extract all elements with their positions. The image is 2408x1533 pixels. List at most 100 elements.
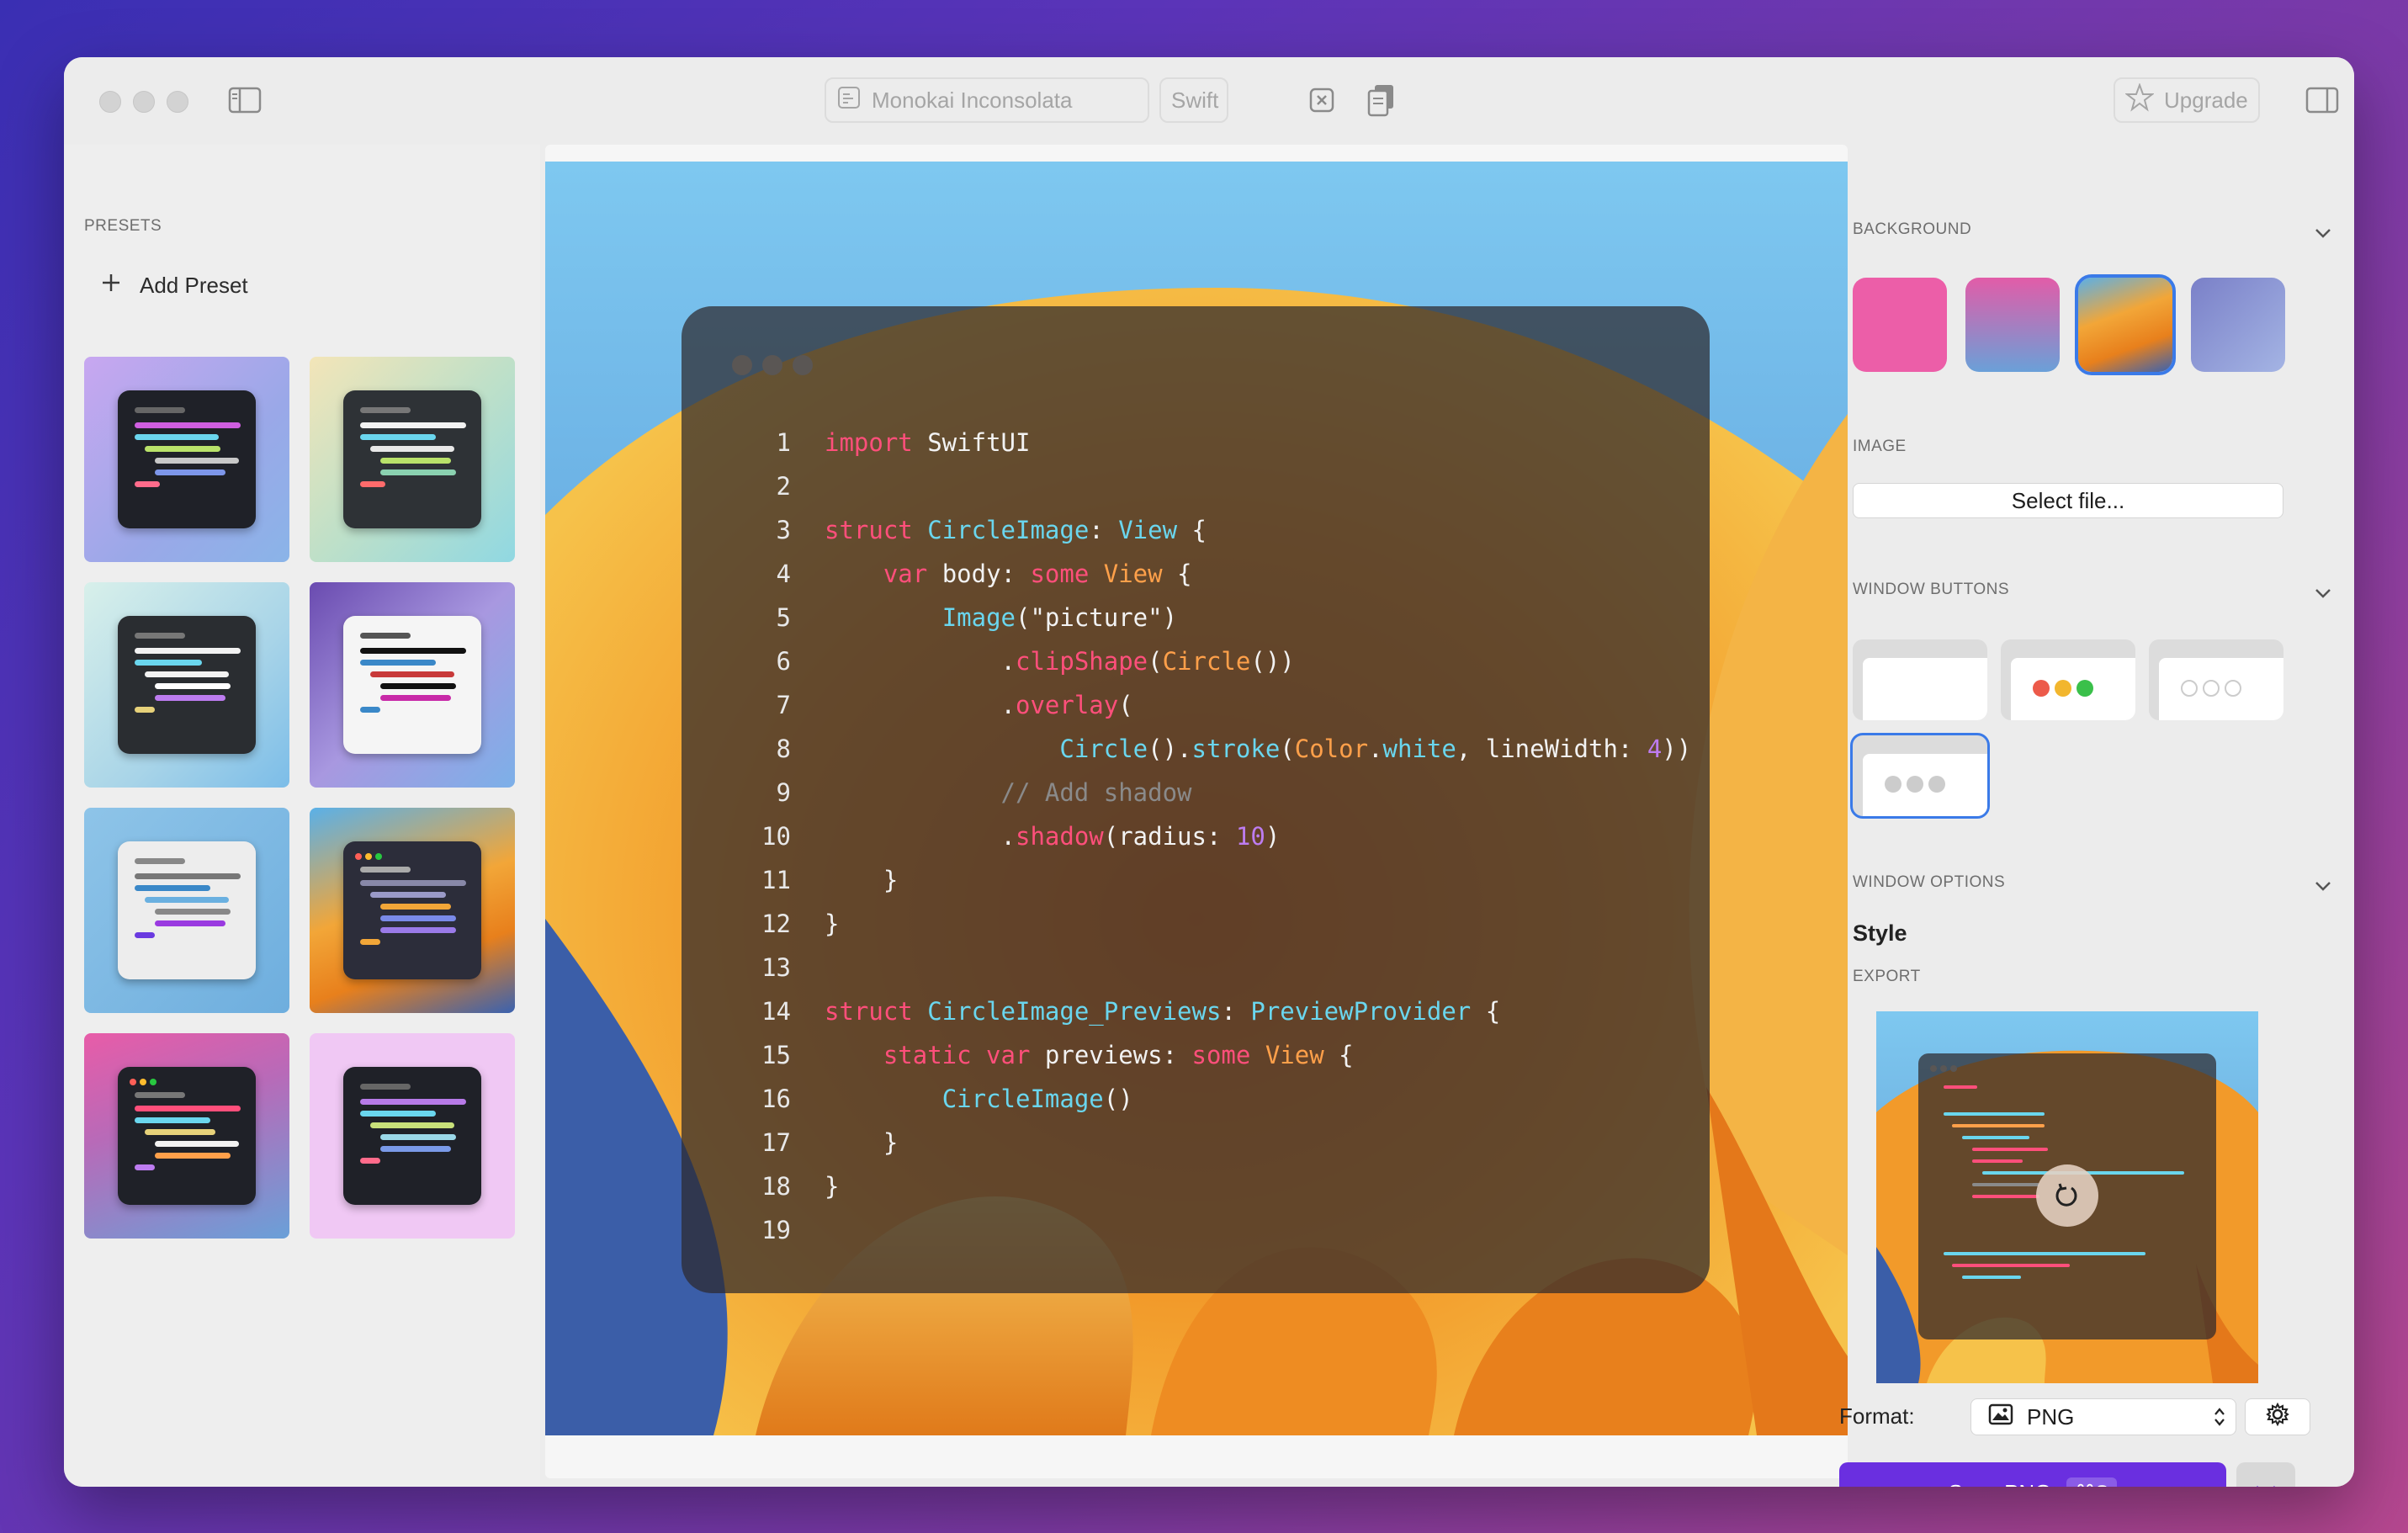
export-section-label: EXPORT: [1853, 968, 1921, 985]
line-number: 19: [761, 1216, 791, 1244]
line-number: 4: [776, 560, 791, 588]
code-token: CircleImage_Previews: [927, 997, 1222, 1026]
clear-icon[interactable]: [1307, 86, 1336, 114]
window-buttons-outline-option[interactable]: [2149, 639, 2283, 720]
code-line: 1 import SwiftUI: [715, 421, 1691, 464]
theme-label: Monokai Inconsolata: [872, 87, 1073, 113]
background-swatch-ventura[interactable]: [2075, 274, 2176, 375]
preset-thumbnail[interactable]: [84, 582, 289, 788]
code-line: 4 var body: some View {: [715, 552, 1691, 596]
inspector-panel: BACKGROUND IMAGE Select file... WINDOW B…: [1839, 145, 2354, 1487]
code-token: }: [825, 866, 899, 894]
code-token: View: [1103, 560, 1163, 588]
code-token: struct: [825, 997, 913, 1026]
code-token: Color: [1294, 735, 1369, 763]
preset-thumbnail[interactable]: [310, 1033, 515, 1239]
plus-icon: [101, 273, 121, 299]
background-swatch-pink[interactable]: [1853, 278, 1947, 372]
chevron-down-icon[interactable]: [2314, 877, 2332, 895]
code-token: CircleImage: [941, 1085, 1104, 1113]
code-token: ("picture"): [1016, 603, 1178, 632]
theme-icon: [836, 85, 862, 116]
code-editor[interactable]: 1 import SwiftUI 2 3 struct CircleImage: Vi…: [715, 421, 1691, 1252]
code-token: previews:: [1030, 1041, 1192, 1069]
preset-thumbnail[interactable]: [84, 357, 289, 562]
code-token: Circle: [1162, 647, 1251, 676]
language-selector[interactable]: Swift: [1159, 77, 1228, 123]
code-token: ()): [1250, 647, 1295, 676]
code-token: ().: [1148, 735, 1192, 763]
inspector-toggle-icon[interactable]: [2305, 86, 2339, 114]
theme-selector[interactable]: Monokai Inconsolata: [825, 77, 1149, 123]
sidebar-toggle-icon[interactable]: [227, 86, 263, 114]
window-buttons-none-option[interactable]: [1853, 639, 1987, 720]
minimize-traffic-light[interactable]: [133, 91, 155, 113]
save-png-button[interactable]: Save PNG ⌘S: [1839, 1462, 2226, 1487]
export-preview[interactable]: [1876, 1011, 2258, 1383]
preset-thumbnail[interactable]: [84, 808, 289, 1013]
save-label: Save PNG: [1949, 1480, 2052, 1488]
background-swatch-gradient[interactable]: [1965, 278, 2060, 372]
export-settings-button[interactable]: [2245, 1398, 2310, 1435]
code-token: (: [1280, 735, 1295, 763]
chevron-down-icon[interactable]: [2183, 1483, 2204, 1487]
code-token: var: [883, 560, 928, 588]
star-icon: [2124, 82, 2155, 118]
line-number: 10: [761, 822, 791, 851]
code-preview-canvas[interactable]: 1 import SwiftUI 2 3 struct CircleImage: Vi…: [545, 162, 1848, 1435]
line-number: 2: [776, 472, 791, 501]
code-token: }: [825, 910, 840, 938]
format-label: Format:: [1839, 1403, 1915, 1429]
preset-thumbnail[interactable]: [310, 808, 515, 1013]
window-buttons-gray-option[interactable]: [1850, 733, 1990, 819]
code-line: 8 Circle().stroke(Color.white, lineWidth…: [715, 727, 1692, 771]
zoom-traffic-light[interactable]: [167, 91, 188, 113]
refresh-icon[interactable]: [2036, 1164, 2098, 1227]
upgrade-button[interactable]: Upgrade: [2114, 77, 2260, 123]
line-number: 16: [761, 1085, 791, 1113]
code-token: {: [1471, 997, 1501, 1026]
code-token: .: [825, 822, 1016, 851]
title-bar: Monokai Inconsolata Swift Upgrade: [64, 57, 2354, 145]
code-token: (radius:: [1103, 822, 1236, 851]
format-select[interactable]: PNG: [1970, 1398, 2236, 1435]
code-token: SwiftUI: [912, 428, 1031, 457]
select-file-button[interactable]: Select file...: [1853, 483, 2283, 518]
code-token: stroke: [1191, 735, 1281, 763]
line-number: 7: [776, 691, 791, 719]
line-number: 15: [761, 1041, 791, 1069]
code-token: (: [1148, 647, 1163, 676]
code-line: 17 }: [715, 1121, 1691, 1164]
code-token: overlay: [1015, 691, 1119, 719]
line-number: 3: [776, 516, 791, 544]
code-token: import: [825, 428, 913, 457]
chevron-down-icon[interactable]: [2314, 224, 2332, 242]
code-line: 14 struct CircleImage_Previews: PreviewPr…: [715, 989, 1691, 1033]
preset-thumbnail[interactable]: [310, 357, 515, 562]
preset-thumbnail[interactable]: [84, 1033, 289, 1239]
more-options-button[interactable]: [2236, 1462, 2295, 1487]
preset-thumbnail[interactable]: [310, 582, 515, 788]
code-token: {: [1177, 516, 1207, 544]
code-token: Image: [941, 603, 1016, 632]
code-token: shadow: [1015, 822, 1104, 851]
code-line: 5 Image("picture"): [715, 596, 1691, 639]
line-number: 9: [776, 778, 791, 807]
code-token: PreviewProvider: [1250, 997, 1472, 1026]
background-swatch-lavender[interactable]: [2191, 278, 2285, 372]
code-token: body:: [927, 560, 1031, 588]
copy-icon[interactable]: [1365, 82, 1398, 118]
add-preset-button[interactable]: Add Preset: [101, 273, 248, 299]
chevron-down-icon[interactable]: [2314, 584, 2332, 602]
code-line: 6 .clipShape(Circle()): [715, 639, 1691, 683]
code-line: 3 struct CircleImage: View {: [715, 508, 1691, 552]
window-dot: [732, 355, 752, 375]
window-buttons-color-option[interactable]: [2001, 639, 2135, 720]
code-line: 19: [715, 1208, 1691, 1252]
code-token: }: [825, 1172, 840, 1201]
close-traffic-light[interactable]: [99, 91, 121, 113]
